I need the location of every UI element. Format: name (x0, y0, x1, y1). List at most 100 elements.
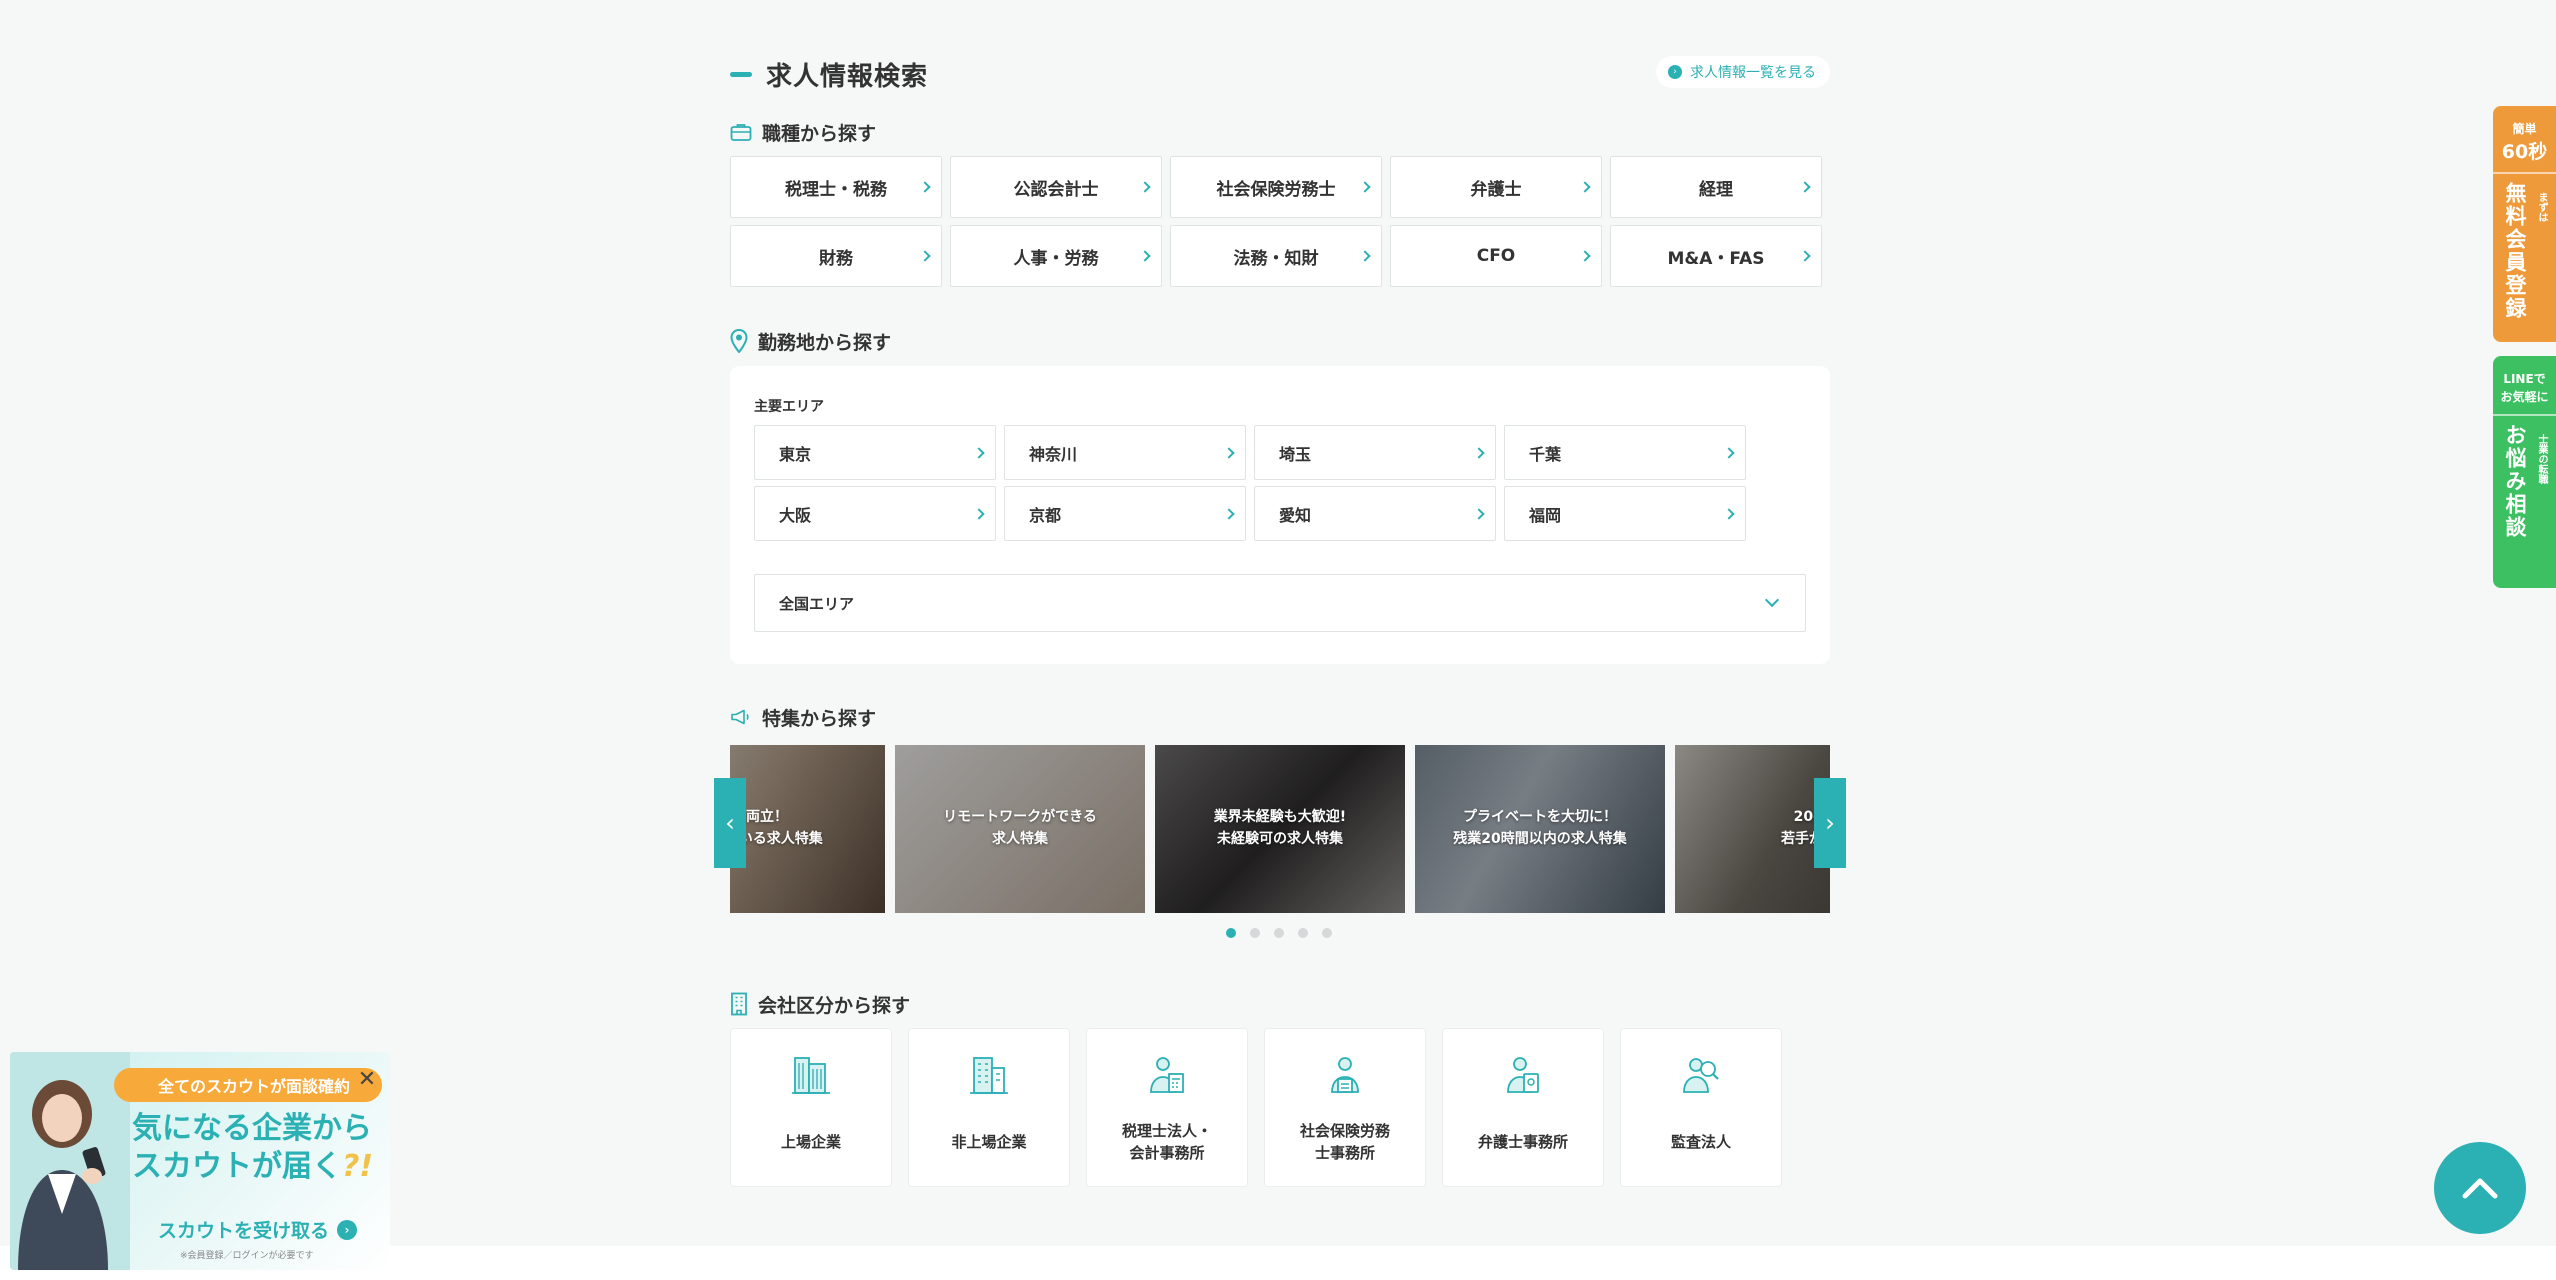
area-item-fukuoka[interactable]: 福岡 (1504, 486, 1746, 541)
feature-slide[interactable]: 20-30代が若手が活躍でき (1675, 745, 1830, 913)
company-item-tax-firm[interactable]: 税理士法人・ 会計事務所 (1086, 1028, 1248, 1187)
auditor-icon (1680, 1053, 1722, 1097)
chevron-right-icon (1359, 250, 1371, 262)
company-item-audit-firm[interactable]: 監査法人 (1620, 1028, 1782, 1187)
section-title: 求人情報検索 (730, 56, 928, 92)
line-consult-tab[interactable]: LINEで お気軽に 士業の転職 お悩み相談 (2493, 356, 2556, 588)
interview-guarantee-pill: 全てのスカウトが面談確約 (114, 1068, 382, 1102)
main-area-label: 主要エリア (754, 399, 824, 415)
company-heading: 会社区分から探す (730, 990, 910, 1018)
feature-carousel: と両立！躍している求人特集 リモートワークができる求人特集 業界未経験も大歓迎!… (730, 745, 1830, 913)
building-icon (968, 1053, 1010, 1097)
area-select-value: 全国エリア (779, 594, 855, 613)
area-grid: 東京 神奈川 埼玉 千葉 大阪 京都 愛知 福岡 (754, 425, 1746, 541)
free-register-tab[interactable]: 簡単 60秒 まずは 無料会員登録 (2493, 106, 2556, 342)
job-item-hr[interactable]: 人事・労務 (950, 225, 1162, 287)
carousel-next-button[interactable]: › (1814, 778, 1846, 868)
area-item-aichi[interactable]: 愛知 (1254, 486, 1496, 541)
feature-slide[interactable]: と両立！躍している求人特集 (730, 745, 885, 913)
area-item-tokyo[interactable]: 東京 (754, 425, 996, 480)
chevron-right-icon (1223, 446, 1235, 459)
job-list-link[interactable]: › 求人情報一覧を見る (1656, 56, 1830, 88)
office-building-icon (790, 1053, 832, 1097)
chevron-left-icon: ‹ (725, 809, 735, 837)
chevron-right-icon (1223, 507, 1235, 520)
company-item-law-firm[interactable]: 弁護士事務所 (1442, 1028, 1604, 1187)
map-pin-icon (730, 329, 748, 353)
feature-slide[interactable]: 業界未経験も大歓迎! 未経験可の求人特集 (1155, 745, 1405, 913)
carousel-dot[interactable] (1322, 928, 1332, 938)
chevron-right-icon (1579, 250, 1591, 262)
carousel-dot[interactable] (1250, 928, 1260, 938)
job-item-cpa[interactable]: 公認会計士 (950, 156, 1162, 218)
job-heading: 職種から探す (730, 118, 876, 146)
tax-accountant-icon (1146, 1053, 1188, 1097)
nationwide-area-select[interactable]: 全国エリア (754, 574, 1806, 632)
page-title: 求人情報検索 (766, 61, 929, 92)
job-item-lawyer[interactable]: 弁護士 (1390, 156, 1602, 218)
chevron-right-icon (1473, 507, 1485, 520)
area-card: 主要エリア 東京 神奈川 埼玉 千葉 大阪 京都 愛知 福岡 全国エリア (730, 366, 1830, 664)
receive-scout-button[interactable]: スカウトを受け取る › (158, 1216, 358, 1243)
job-type-grid: 税理士・税務 公認会計士 社会保険労務士 弁護士 経理 財務 人事・労務 法務・… (730, 156, 1822, 287)
chevron-right-icon (1799, 181, 1811, 193)
building-outline-icon (731, 992, 747, 1016)
chevron-right-icon (919, 181, 931, 193)
megaphone-icon (731, 709, 749, 725)
feature-slide[interactable]: プライベートを大切に！ 残業20時間以内の求人特集 (1415, 745, 1665, 913)
chevron-down-icon (1764, 592, 1780, 608)
carousel-dots (1226, 928, 1332, 938)
briefcase-icon (730, 124, 752, 141)
area-heading-label: 勤務地から探す (758, 331, 892, 354)
chevron-right-icon (919, 250, 931, 262)
job-item-ma-fas[interactable]: M&A・FAS (1610, 225, 1822, 287)
job-item-tax[interactable]: 税理士・税務 (730, 156, 942, 218)
arrow-circle-icon: › (337, 1219, 358, 1240)
feature-heading-label: 特集から探す (762, 707, 877, 730)
carousel-dot[interactable] (1226, 928, 1236, 938)
chevron-right-icon (1473, 446, 1485, 459)
scout-banner[interactable]: 全てのスカウトが面談確約 ✕ 気になる企業から スカウトが届く?! スカウトを受… (10, 1052, 390, 1270)
job-heading-label: 職種から探す (762, 122, 877, 145)
chevron-right-icon (1579, 181, 1591, 193)
woman-with-phone-image (10, 1052, 130, 1270)
chevron-right-icon (1723, 507, 1735, 520)
chevron-right-icon (1139, 181, 1151, 193)
chevron-right-icon: › (1825, 809, 1835, 837)
job-item-cfo[interactable]: CFO (1390, 225, 1602, 287)
job-list-link-label: 求人情報一覧を見る (1690, 65, 1816, 81)
area-item-saitama[interactable]: 埼玉 (1254, 425, 1496, 480)
company-heading-label: 会社区分から探す (758, 994, 911, 1017)
carousel-prev-button[interactable]: ‹ (714, 778, 746, 868)
feature-slide[interactable]: リモートワークができる 求人特集 (895, 745, 1145, 913)
chevron-right-icon (973, 446, 985, 459)
company-item-unlisted[interactable]: 非上場企業 (908, 1028, 1070, 1187)
carousel-dot[interactable] (1298, 928, 1308, 938)
area-item-chiba[interactable]: 千葉 (1504, 425, 1746, 480)
area-item-kyoto[interactable]: 京都 (1004, 486, 1246, 541)
area-heading: 勤務地から探す (730, 327, 891, 355)
labor-consultant-icon (1324, 1053, 1366, 1097)
chevron-right-icon (1359, 181, 1371, 193)
chevron-up-icon (2462, 1178, 2498, 1199)
job-item-accounting[interactable]: 経理 (1610, 156, 1822, 218)
chevron-right-icon (1139, 250, 1151, 262)
job-item-sharoushi[interactable]: 社会保険労務士 (1170, 156, 1382, 218)
area-item-osaka[interactable]: 大阪 (754, 486, 996, 541)
carousel-dot[interactable] (1274, 928, 1284, 938)
back-to-top-button[interactable] (2434, 1142, 2526, 1234)
chevron-right-icon (973, 507, 985, 520)
company-item-sharoushi-office[interactable]: 社会保険労務 士事務所 (1264, 1028, 1426, 1187)
chevron-right-icon (1799, 250, 1811, 262)
scout-headline: 気になる企業から スカウトが届く?! (132, 1111, 374, 1184)
job-item-legal[interactable]: 法務・知財 (1170, 225, 1382, 287)
company-item-listed[interactable]: 上場企業 (730, 1028, 892, 1187)
close-icon[interactable]: ✕ (354, 1066, 380, 1092)
title-bar (730, 71, 752, 77)
chevron-right-icon (1723, 446, 1735, 459)
arrow-circle-icon: › (1668, 65, 1682, 79)
job-item-finance[interactable]: 財務 (730, 225, 942, 287)
feature-heading: 特集から探す (730, 703, 876, 731)
login-note: ※会員登録／ログインが必要です (180, 1251, 314, 1261)
area-item-kanagawa[interactable]: 神奈川 (1004, 425, 1246, 480)
